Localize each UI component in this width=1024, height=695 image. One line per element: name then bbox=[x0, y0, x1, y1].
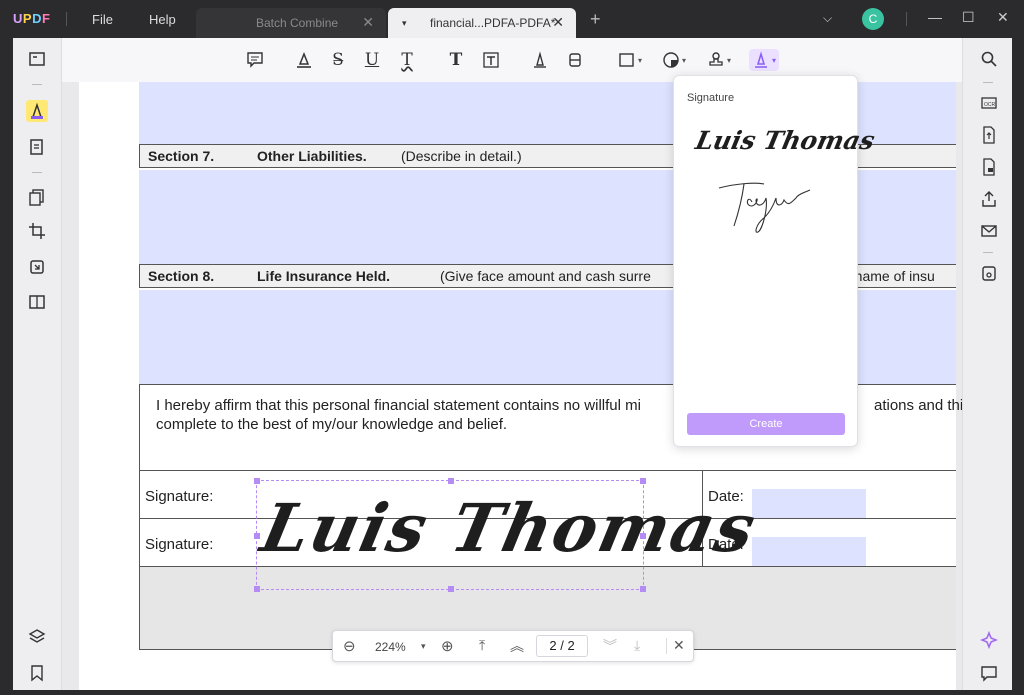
page-navigation-bar: ⊖ 224% ▾ ⊕ ⤒ ︽ 2 / 2 ︾ ⤓ ✕ bbox=[332, 630, 694, 662]
edit-icon[interactable] bbox=[26, 136, 48, 158]
underline-icon[interactable]: U bbox=[360, 49, 384, 71]
date-field[interactable] bbox=[752, 489, 866, 519]
layers-icon[interactable] bbox=[26, 626, 48, 648]
close-icon[interactable]: ✕ bbox=[552, 14, 564, 31]
left-sidebar bbox=[13, 38, 62, 690]
crop-icon[interactable] bbox=[26, 220, 48, 242]
reader-icon[interactable] bbox=[26, 48, 48, 70]
chevron-down-icon[interactable]: ▾ bbox=[402, 18, 407, 29]
resize-handle[interactable] bbox=[640, 533, 646, 539]
tab-financial[interactable]: ▾ financial...PDFA-PDFA* ✕ bbox=[388, 8, 576, 38]
updf-logo: UPDF bbox=[13, 11, 51, 26]
resize-handle[interactable] bbox=[448, 478, 454, 484]
search-icon[interactable] bbox=[978, 48, 1000, 70]
resize-handle[interactable] bbox=[640, 586, 646, 592]
divider bbox=[32, 172, 42, 173]
affirmation-line-1: I hereby affirm that this personal finan… bbox=[156, 397, 641, 414]
ocr-icon[interactable]: OCR bbox=[978, 92, 1000, 114]
divider bbox=[32, 84, 42, 85]
email-icon[interactable] bbox=[978, 220, 1000, 242]
popup-title: Signature bbox=[687, 92, 735, 104]
divider bbox=[983, 82, 993, 83]
close-window-icon[interactable]: ✕ bbox=[997, 9, 1009, 26]
next-page-icon[interactable]: ︾ bbox=[603, 636, 617, 656]
saved-signature-2[interactable] bbox=[714, 174, 814, 240]
resize-handle[interactable] bbox=[640, 478, 646, 484]
signature-text: Luis Thomas bbox=[254, 489, 764, 567]
textbox-icon[interactable] bbox=[479, 49, 503, 71]
close-icon[interactable]: ✕ bbox=[673, 637, 685, 654]
resize-handle[interactable] bbox=[254, 478, 260, 484]
signature-label: Signature: bbox=[145, 536, 214, 553]
date-field[interactable] bbox=[752, 537, 866, 567]
maximize-icon[interactable]: ☐ bbox=[962, 9, 975, 26]
section-title: Life Insurance Held. bbox=[257, 268, 391, 284]
previous-page-icon[interactable]: ︽ bbox=[510, 636, 524, 656]
zoom-out-icon[interactable]: ⊖ bbox=[343, 637, 356, 655]
menu-file[interactable]: File bbox=[92, 12, 113, 27]
divider bbox=[66, 12, 67, 26]
resize-handle[interactable] bbox=[254, 533, 260, 539]
organize-pages-icon[interactable] bbox=[26, 186, 48, 208]
total-pages: 2 bbox=[567, 638, 575, 653]
comment-icon[interactable] bbox=[243, 49, 267, 71]
zoom-level[interactable]: 224% bbox=[375, 640, 406, 654]
right-sidebar: OCR bbox=[962, 38, 1012, 690]
divider bbox=[666, 638, 667, 654]
comments-list-icon[interactable] bbox=[978, 662, 1000, 684]
pencil-icon[interactable] bbox=[528, 49, 552, 71]
comment-mode-icon[interactable] bbox=[26, 100, 48, 122]
tab-label: Batch Combine bbox=[256, 16, 339, 30]
highlight-icon[interactable] bbox=[292, 49, 316, 71]
menu-help[interactable]: Help bbox=[149, 12, 176, 27]
convert-icon[interactable] bbox=[26, 256, 48, 278]
ai-assistant-icon[interactable] bbox=[978, 629, 1000, 651]
affirmation-line-1-tail: ations and this bbox=[874, 397, 962, 414]
close-icon[interactable]: ✕ bbox=[362, 14, 374, 31]
text-icon[interactable]: T bbox=[444, 49, 468, 71]
section-number: Section 8. bbox=[148, 268, 215, 284]
tab-batch-combine[interactable]: Batch Combine ✕ bbox=[196, 8, 386, 38]
first-page-icon[interactable]: ⤒ bbox=[479, 637, 485, 654]
share-icon[interactable] bbox=[978, 188, 1000, 210]
minimize-icon[interactable]: — bbox=[928, 9, 942, 25]
section-description: (Describe in detail.) bbox=[401, 148, 522, 164]
resize-handle[interactable] bbox=[254, 586, 260, 592]
squiggly-icon[interactable]: T bbox=[395, 49, 419, 71]
svg-text:OCR: OCR bbox=[984, 102, 996, 108]
section-number: Section 7. bbox=[148, 148, 215, 164]
save-icon[interactable] bbox=[978, 262, 1000, 284]
resize-handle[interactable] bbox=[448, 586, 454, 592]
chevron-down-icon[interactable]: ⌵ bbox=[823, 11, 832, 26]
title-bar: UPDF File Help Batch Combine ✕ ▾ financi… bbox=[0, 0, 1024, 38]
current-page: 2 bbox=[549, 638, 557, 653]
saved-signature-1[interactable]: Luis Thomas bbox=[693, 126, 877, 155]
divider bbox=[906, 12, 907, 26]
convert-file-icon[interactable] bbox=[978, 124, 1000, 146]
eraser-icon[interactable] bbox=[563, 49, 587, 71]
bookmark-icon[interactable] bbox=[26, 662, 48, 684]
create-signature-button[interactable]: Create bbox=[687, 413, 845, 435]
zoom-in-icon[interactable]: ⊕ bbox=[441, 637, 454, 655]
avatar[interactable]: C bbox=[862, 8, 884, 30]
section-title: Other Liabilities. bbox=[257, 148, 367, 164]
protect-icon[interactable] bbox=[978, 156, 1000, 178]
signature-popup: Signature Luis Thomas Create bbox=[673, 75, 877, 447]
page-number-input[interactable]: 2 / 2 bbox=[536, 635, 588, 657]
tab-label: financial...PDFA-PDFA* bbox=[430, 16, 556, 30]
divider bbox=[983, 252, 993, 253]
form-icon[interactable] bbox=[26, 291, 48, 313]
placed-signature[interactable]: Luis Thomas bbox=[254, 478, 764, 592]
shape-icon[interactable]: ▾ bbox=[614, 49, 646, 71]
sticker-icon[interactable]: ▾ bbox=[658, 49, 690, 71]
page-separator: / bbox=[560, 638, 564, 653]
last-page-icon[interactable]: ⤓ bbox=[634, 637, 640, 654]
new-tab-icon[interactable]: + bbox=[590, 9, 601, 30]
signature-icon[interactable]: ▾ bbox=[749, 49, 779, 71]
section-description: (Give face amount and cash surre bbox=[440, 268, 651, 284]
signature-label: Signature: bbox=[145, 488, 214, 505]
chevron-down-icon[interactable]: ▾ bbox=[421, 641, 426, 652]
stamp-icon[interactable]: ▾ bbox=[703, 49, 735, 71]
strikethrough-icon[interactable]: S̶ bbox=[326, 49, 350, 71]
